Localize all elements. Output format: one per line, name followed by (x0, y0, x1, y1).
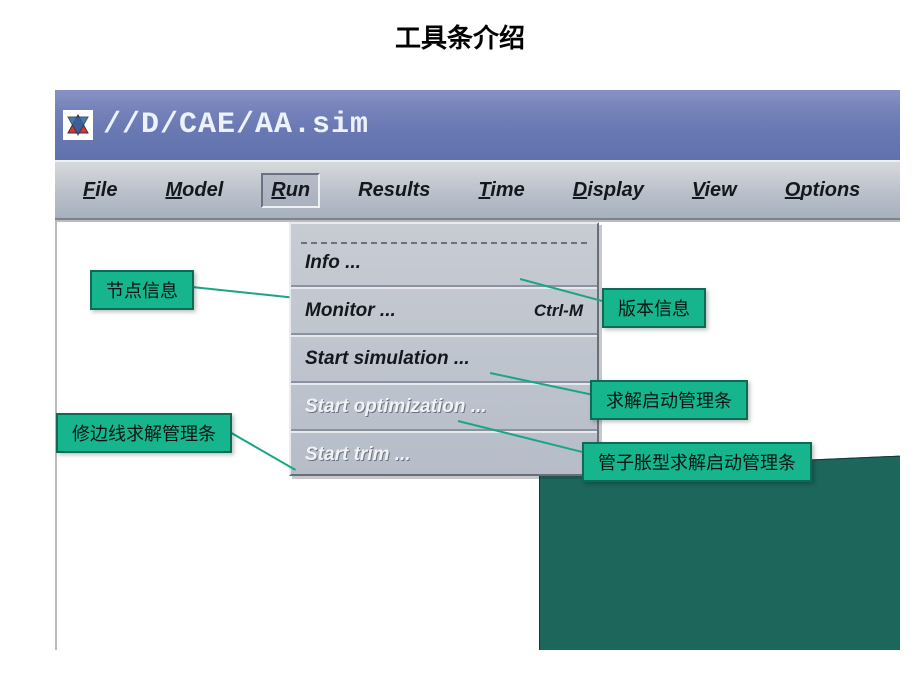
window-title: //D/CAE/AA.sim (103, 108, 369, 142)
menu-item-label: Monitor ... (305, 300, 396, 322)
menu-item-start-trim: Start trim ... (291, 436, 597, 474)
menu-item-info[interactable]: Info ... (291, 244, 597, 282)
menu-item-shortcut: Ctrl-M (534, 301, 583, 321)
callout-solver-start: 求解启动管理条 (590, 380, 748, 420)
callout-trim-solver: 修边线求解管理条 (56, 413, 232, 453)
menu-display[interactable]: Display (563, 173, 654, 208)
menu-view[interactable]: View (682, 173, 747, 208)
separator (291, 429, 597, 433)
menu-file[interactable]: File (73, 173, 127, 208)
menu-item-start-optimization: Start optimization ... (291, 388, 597, 426)
app-icon (63, 110, 93, 140)
menu-time[interactable]: Time (468, 173, 534, 208)
menu-options[interactable]: Options (775, 173, 871, 208)
menu-item-label: Info ... (305, 252, 361, 274)
run-dropdown: Info ... Monitor ... Ctrl-M Start simula… (289, 222, 599, 476)
menu-model[interactable]: Model (155, 173, 233, 208)
background-shape (539, 453, 900, 650)
titlebar: //D/CAE/AA.sim (55, 90, 900, 160)
app-window: //D/CAE/AA.sim File Model Run Results Ti… (55, 90, 900, 650)
menu-item-start-simulation[interactable]: Start simulation ... (291, 340, 597, 378)
callout-version-info: 版本信息 (602, 288, 706, 328)
menu-run[interactable]: Run (261, 173, 320, 208)
menubar: File Model Run Results Time Display View… (55, 160, 900, 220)
page-title: 工具条介绍 (0, 0, 920, 65)
menu-item-label: Start simulation ... (305, 348, 470, 370)
menu-item-label: Start trim ... (305, 444, 411, 466)
callout-node-info: 节点信息 (90, 270, 194, 310)
menu-item-label: Start optimization ... (305, 396, 487, 418)
callout-tube-solver: 管子胀型求解启动管理条 (582, 442, 812, 482)
menu-item-monitor[interactable]: Monitor ... Ctrl-M (291, 292, 597, 330)
separator (291, 333, 597, 337)
dropdown-grip (301, 230, 587, 244)
menu-results[interactable]: Results (348, 173, 440, 208)
